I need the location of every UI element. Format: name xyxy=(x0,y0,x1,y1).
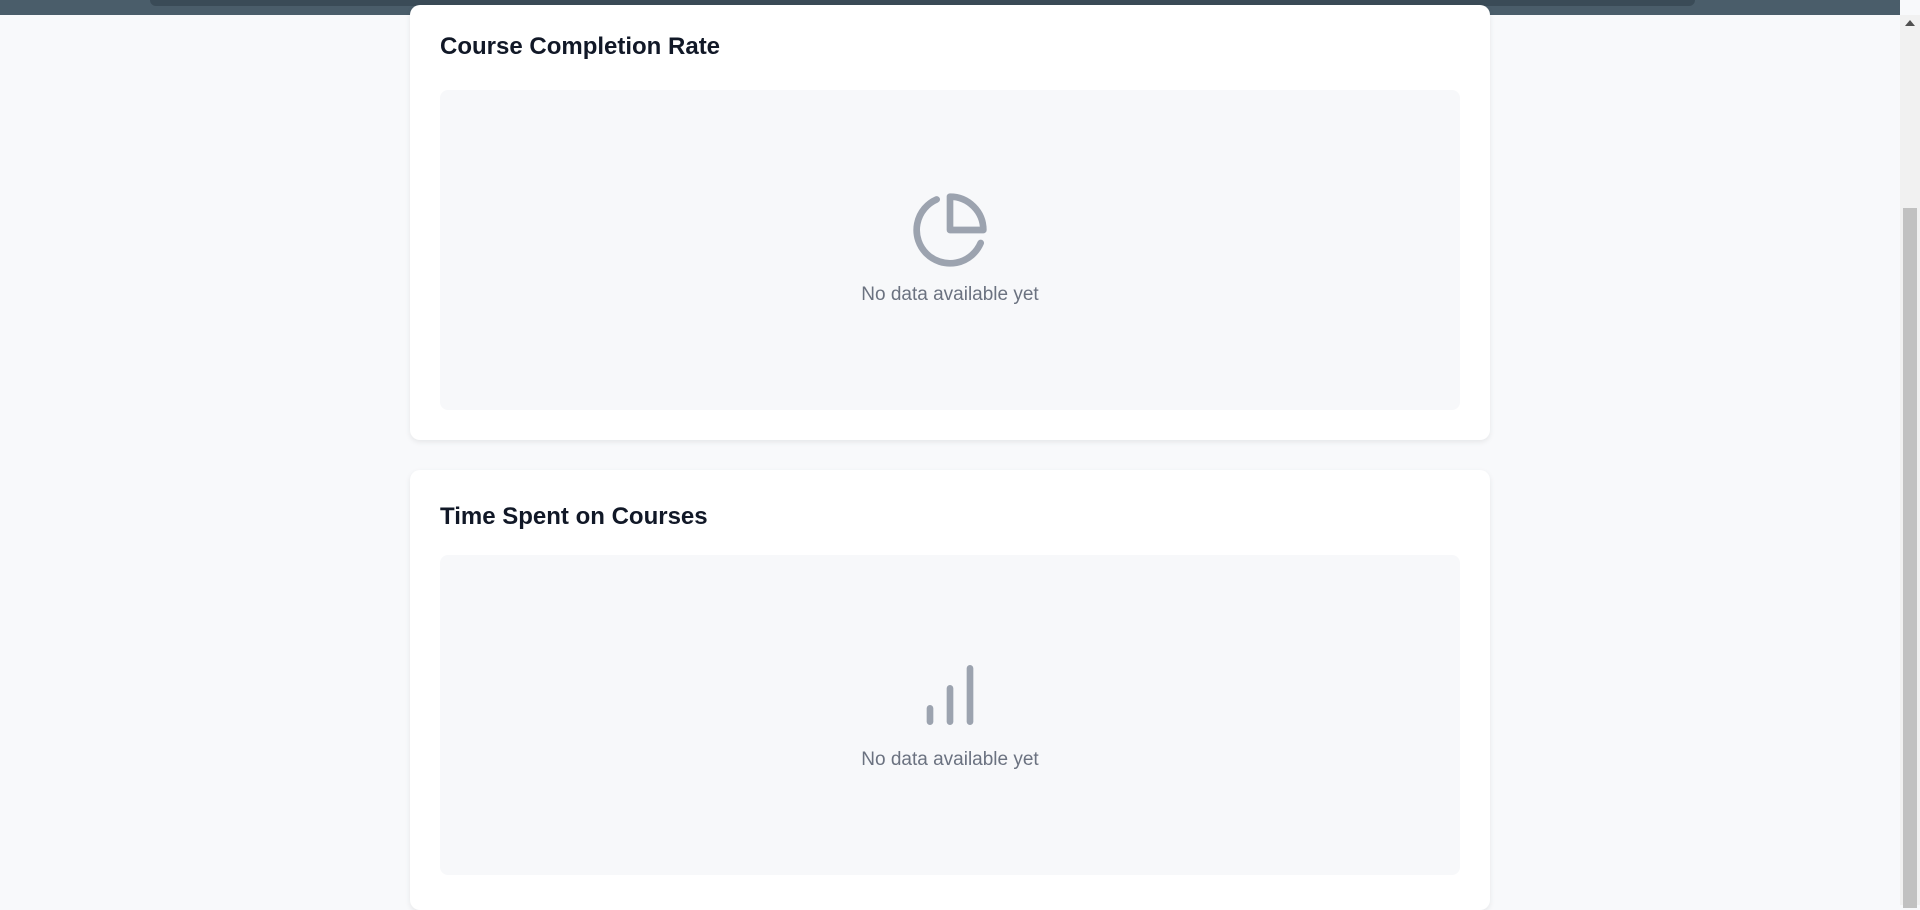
empty-state-text: No data available yet xyxy=(861,284,1039,305)
analytics-content: Course Completion Rate No data available… xyxy=(0,5,1900,910)
vertical-scrollbar[interactable] xyxy=(1900,15,1920,908)
course-completion-chart-area: No data available yet xyxy=(440,90,1460,410)
empty-state-text: No data available yet xyxy=(861,749,1039,770)
bar-chart-icon xyxy=(910,655,990,735)
scrollbar-thumb[interactable] xyxy=(1903,208,1917,908)
pie-chart-icon xyxy=(910,190,990,270)
empty-state: No data available yet xyxy=(440,190,1460,306)
time-spent-chart-area: No data available yet xyxy=(440,555,1460,875)
card-title: Course Completion Rate xyxy=(440,33,721,60)
card-title: Time Spent on Courses xyxy=(440,503,708,530)
empty-state: No data available yet xyxy=(440,655,1460,771)
time-spent-card: Time Spent on Courses No data available … xyxy=(410,470,1490,910)
course-completion-card: Course Completion Rate No data available… xyxy=(410,5,1490,440)
scroll-up-arrow-icon[interactable] xyxy=(1905,20,1915,26)
